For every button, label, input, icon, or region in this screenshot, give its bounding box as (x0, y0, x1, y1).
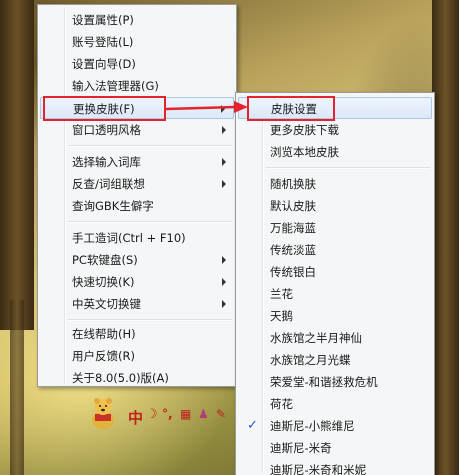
menu-item-label: 水族馆之月光蝶 (270, 353, 351, 367)
menu-item-label: 迪斯尼-米奇和米妮 (270, 463, 367, 475)
menu-separator (68, 145, 232, 147)
menu-item-feedback[interactable]: 用户反馈(R) (40, 345, 234, 367)
annotation-box-change-skin (43, 96, 166, 121)
menu-item-label: 迪斯尼-小熊维尼 (270, 419, 355, 433)
submenu-arrow-icon (222, 126, 226, 134)
menu-item-label: 快速切换(K) (72, 275, 135, 289)
punctuation-icon[interactable]: °, (162, 407, 173, 421)
submenu-item-skin[interactable]: 天鹅 (238, 305, 432, 327)
menu-item-cn-en-toggle[interactable]: 中英文切换键 (40, 293, 234, 315)
menu-item-select-lexicon[interactable]: 选择输入词库 (40, 151, 234, 173)
menu-item-account-login[interactable]: 账号登陆(L) (40, 31, 234, 53)
context-menu: 设置属性(P) 账号登陆(L) 设置向导(D) 输入法管理器(G) 更换皮肤(F… (37, 4, 237, 387)
skin-submenu: 皮肤设置 更多皮肤下载 浏览本地皮肤 随机换肤 默认皮肤 万能海蓝 传统淡蓝 传… (235, 92, 435, 475)
submenu-item-random-skin[interactable]: 随机换肤 (238, 173, 432, 195)
menu-item-reverse-lookup[interactable]: 反查/词组联想 (40, 173, 234, 195)
menu-item-label: 更多皮肤下载 (270, 123, 339, 137)
submenu-item-skin[interactable]: 荷花 (238, 393, 432, 415)
moon-icon[interactable]: ☽ (146, 407, 158, 422)
menu-item-label: 中英文切换键 (72, 297, 141, 311)
menu-item-manual-word[interactable]: 手工造词(Ctrl + F10) (40, 227, 234, 249)
submenu-item-skin[interactable]: 兰花 (238, 283, 432, 305)
background-trunk (0, 0, 34, 330)
menu-item-ime-manager[interactable]: 输入法管理器(G) (40, 75, 234, 97)
menu-item-label: 浏览本地皮肤 (270, 145, 339, 159)
menu-item-label: 在线帮助(H) (72, 327, 136, 341)
submenu-item-skin[interactable]: 迪斯尼-米奇 (238, 437, 432, 459)
pooh-mascot-icon (92, 398, 114, 429)
menu-item-label: 手工造词(Ctrl + F10) (72, 231, 186, 245)
menu-item-quick-switch[interactable]: 快速切换(K) (40, 271, 234, 293)
menu-item-label: 随机换肤 (270, 177, 316, 191)
menu-item-label: 查询GBK生僻字 (72, 199, 154, 213)
menu-item-soft-keyboard[interactable]: PC软键盘(S) (40, 249, 234, 271)
user-icon[interactable]: ♟ (198, 407, 209, 421)
submenu-item-skin[interactable]: 传统淡蓝 (238, 239, 432, 261)
menu-item-label: 选择输入词库 (72, 155, 141, 169)
background-trunk (10, 300, 24, 475)
submenu-arrow-icon (222, 256, 226, 264)
annotation-arrow-icon (166, 101, 248, 113)
menu-item-label: 传统淡蓝 (270, 243, 316, 257)
menu-item-online-help[interactable]: 在线帮助(H) (40, 323, 234, 345)
menu-item-label: 关于8.0(5.0)版(A) (72, 371, 169, 385)
submenu-item-browse-local[interactable]: 浏览本地皮肤 (238, 141, 432, 163)
submenu-arrow-icon (222, 180, 226, 188)
menu-item-label: 兰花 (270, 287, 293, 301)
menu-item-window-transparency[interactable]: 窗口透明风格 (40, 119, 234, 141)
menu-separator (68, 221, 232, 223)
checkmark-icon: ✓ (247, 418, 258, 433)
submenu-item-skin[interactable]: 迪斯尼-米奇和米妮 (238, 459, 432, 475)
menu-item-label: 用户反馈(R) (72, 349, 135, 363)
menu-item-label: PC软键盘(S) (72, 253, 138, 267)
menu-item-label: 设置属性(P) (72, 13, 134, 27)
menu-item-label: 迪斯尼-米奇 (270, 441, 332, 455)
menu-item-label: 天鹅 (270, 309, 293, 323)
menu-item-setup-wizard[interactable]: 设置向导(D) (40, 53, 234, 75)
background-trunk (432, 0, 459, 475)
menu-item-label: 账号登陆(L) (72, 35, 134, 49)
menu-item-properties[interactable]: 设置属性(P) (40, 9, 234, 31)
submenu-arrow-icon (222, 158, 226, 166)
menu-item-label: 默认皮肤 (270, 199, 316, 213)
annotation-box-skin-settings (247, 96, 335, 121)
submenu-item-skin-checked[interactable]: ✓ 迪斯尼-小熊维尼 (238, 415, 432, 437)
submenu-item-skin[interactable]: 水族馆之月光蝶 (238, 349, 432, 371)
menu-separator (68, 319, 232, 321)
menu-item-label: 输入法管理器(G) (72, 79, 159, 93)
submenu-item-skin[interactable]: 传统银白 (238, 261, 432, 283)
menu-item-label: 荣爱堂-和谐拯救危机 (270, 375, 378, 389)
keyboard-icon[interactable]: ▦ (180, 407, 191, 421)
submenu-item-default-skin[interactable]: 默认皮肤 (238, 195, 432, 217)
submenu-item-more-skins[interactable]: 更多皮肤下载 (238, 119, 432, 141)
menu-item-label: 水族馆之半月神仙 (270, 331, 362, 345)
menu-item-gbk-lookup[interactable]: 查询GBK生僻字 (40, 195, 234, 217)
menu-item-label: 传统银白 (270, 265, 316, 279)
submenu-item-skin[interactable]: 万能海蓝 (238, 217, 432, 239)
menu-item-label: 反查/词组联想 (72, 177, 145, 191)
submenu-item-skin[interactable]: 水族馆之半月神仙 (238, 327, 432, 349)
menu-item-label: 窗口透明风格 (72, 123, 141, 137)
menu-item-label: 万能海蓝 (270, 221, 316, 235)
submenu-arrow-icon (222, 278, 226, 286)
menu-item-about[interactable]: 关于8.0(5.0)版(A) (40, 367, 234, 389)
wrench-icon[interactable]: ✎ (216, 407, 226, 421)
menu-separator (266, 167, 430, 169)
ime-mode-label[interactable]: 中 (128, 407, 143, 428)
menu-item-label: 设置向导(D) (72, 57, 136, 71)
menu-item-label: 荷花 (270, 397, 293, 411)
submenu-arrow-icon (222, 300, 226, 308)
submenu-item-skin[interactable]: 荣爱堂-和谐拯救危机 (238, 371, 432, 393)
